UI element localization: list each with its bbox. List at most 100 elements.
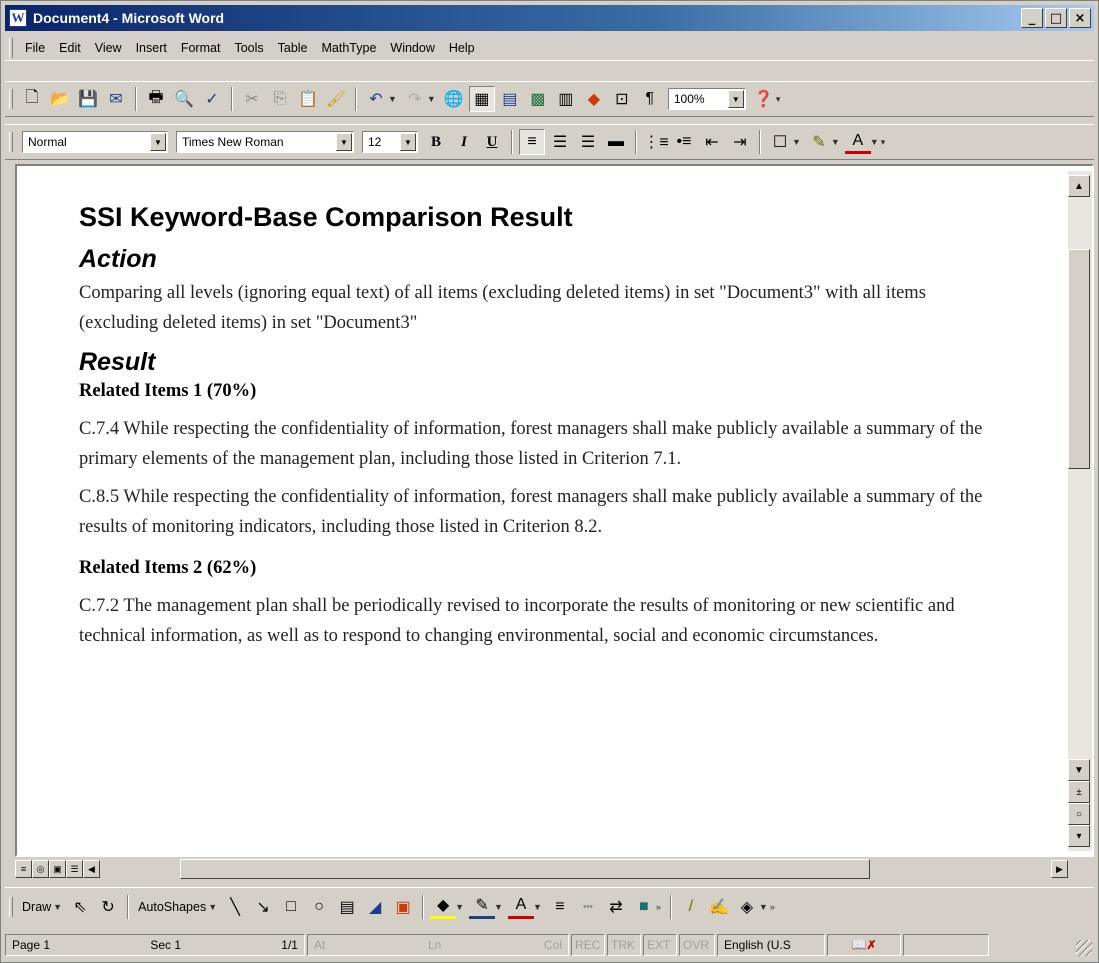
show-hide-icon[interactable]: ¶ (637, 86, 663, 112)
toolbar-options-icon[interactable]: » (656, 902, 661, 912)
copy-icon[interactable]: ⎘ (267, 86, 293, 112)
maximize-button[interactable]: □ (1045, 8, 1067, 28)
status-language[interactable]: English (U.S (717, 934, 825, 956)
tables-borders-icon[interactable]: ▦ (468, 86, 495, 112)
toolbar-grip[interactable] (9, 896, 13, 917)
normal-view-icon[interactable]: ≡ (15, 860, 32, 878)
dash-style-icon[interactable]: ┅ (575, 894, 601, 920)
toolbar-options-icon[interactable]: » (770, 902, 775, 912)
next-page-icon[interactable]: ▾ (1068, 825, 1090, 847)
menu-view[interactable]: View (88, 41, 129, 55)
pen-icon[interactable]: / (678, 894, 704, 920)
document-page[interactable]: SSI Keyword-Base Comparison Result Actio… (79, 202, 1009, 659)
highlight-dropdown-icon[interactable]: ▼ (831, 137, 840, 147)
align-right-icon[interactable]: ☰ (575, 129, 601, 155)
print-layout-icon[interactable]: ▣ (49, 860, 66, 878)
rectangle-icon[interactable]: □ (278, 894, 304, 920)
fill-color-icon[interactable]: ◆ (430, 895, 457, 919)
print-icon[interactable]: 🖶 (143, 86, 169, 112)
clip-art-icon[interactable]: ▣ (390, 894, 416, 920)
shadow-icon[interactable]: ■ (631, 894, 657, 920)
insert-table-icon[interactable]: ▤ (497, 86, 523, 112)
cut-icon[interactable]: ✂ (239, 86, 265, 112)
spelling-icon[interactable]: ✓ (199, 86, 225, 112)
draw-menu-button[interactable]: Draw (22, 900, 51, 914)
menu-file[interactable]: File (18, 41, 52, 55)
print-preview-icon[interactable]: 🔍 (171, 86, 197, 112)
bold-icon[interactable]: B (423, 129, 449, 155)
wordart-icon[interactable]: ◢ (362, 894, 388, 920)
borders-icon[interactable]: ☐ (767, 129, 793, 155)
vertical-scroll-thumb[interactable] (1068, 249, 1090, 469)
document-map-icon[interactable]: ⊡ (609, 86, 635, 112)
scroll-left-icon[interactable]: ◀ (83, 860, 100, 878)
minimize-button[interactable]: _ (1021, 8, 1043, 28)
free-rotate-icon[interactable]: ↻ (95, 894, 121, 920)
menu-insert[interactable]: Insert (129, 41, 174, 55)
line-style-icon[interactable]: ≡ (547, 894, 573, 920)
document-area[interactable]: SSI Keyword-Base Comparison Result Actio… (15, 164, 1094, 857)
vertical-scrollbar[interactable]: ▲ ▼ ± ○ ▾ (1068, 171, 1092, 851)
title-bar[interactable]: W Document4 - Microsoft Word _ □ × (5, 5, 1094, 31)
chevron-down-icon[interactable]: ▼ (400, 133, 416, 151)
font-size-select[interactable]: 12 ▼ (362, 131, 418, 153)
menu-table[interactable]: Table (271, 41, 315, 55)
menu-mathtype[interactable]: MathType (315, 41, 384, 55)
horizontal-scrollbar[interactable]: ≡ ◎ ▣ ☰ ◀ ▶ (15, 858, 1094, 880)
chevron-down-icon[interactable]: ▼ (455, 902, 464, 912)
highlight-icon[interactable]: ✎ (806, 129, 832, 155)
menu-window[interactable]: Window (383, 41, 441, 55)
help-icon[interactable]: ❓ (751, 86, 777, 112)
menu-format[interactable]: Format (174, 41, 228, 55)
menu-tools[interactable]: Tools (227, 41, 270, 55)
insert-excel-icon[interactable]: ▩ (525, 86, 551, 112)
redo-icon[interactable]: ↷ (402, 86, 428, 112)
font-color-dropdown-icon[interactable]: ▼ (870, 137, 879, 147)
redo-dropdown-icon[interactable]: ▼ (427, 94, 436, 104)
align-center-icon[interactable]: ☰ (547, 129, 573, 155)
justify-icon[interactable]: ▬ (603, 129, 629, 155)
align-left-icon[interactable]: ≡ (519, 129, 545, 155)
menu-help[interactable]: Help (442, 41, 482, 55)
spelling-status-icon[interactable]: 📖✗ (827, 934, 901, 956)
line-color-icon[interactable]: ✎ (469, 895, 496, 919)
scroll-up-icon[interactable]: ▲ (1068, 175, 1090, 197)
hyperlink-icon[interactable]: 🌐 (441, 86, 467, 112)
toolbar-options-icon[interactable]: ▾ (776, 94, 781, 105)
new-document-icon[interactable]: 🗋 (19, 86, 45, 112)
autoshapes-menu-button[interactable]: AutoShapes (138, 900, 206, 914)
toolbar-grip[interactable] (9, 89, 13, 109)
italic-icon[interactable]: I (451, 129, 477, 155)
chevron-down-icon[interactable]: ▼ (494, 902, 503, 912)
font-color-icon[interactable]: A (844, 130, 871, 154)
font-select[interactable]: Times New Roman ▼ (176, 131, 354, 153)
status-ovr[interactable]: OVR (679, 934, 715, 956)
status-rec[interactable]: REC (571, 934, 605, 956)
format-painter-icon[interactable]: 🖌 (323, 86, 349, 112)
save-icon[interactable]: 💾 (75, 86, 101, 112)
chevron-down-icon[interactable]: ▼ (759, 902, 768, 912)
word-app-icon[interactable]: W (9, 9, 27, 27)
chevron-down-icon[interactable]: ▼ (336, 133, 352, 151)
toolbar-options-icon[interactable]: ▾ (881, 137, 886, 148)
undo-dropdown-icon[interactable]: ▼ (388, 94, 397, 104)
menu-edit[interactable]: Edit (52, 41, 88, 55)
status-trk[interactable]: TRK (607, 934, 641, 956)
outline-view-icon[interactable]: ☰ (66, 860, 83, 878)
toolbar-grip[interactable] (9, 132, 13, 152)
web-layout-icon[interactable]: ◎ (32, 860, 49, 878)
select-objects-icon[interactable]: ⇖ (67, 894, 93, 920)
text-box-icon[interactable]: ▤ (334, 894, 360, 920)
chevron-down-icon[interactable]: ▼ (727, 90, 744, 108)
undo-icon[interactable]: ↶ (363, 86, 389, 112)
underline-pen-icon[interactable]: ✍ (706, 894, 732, 920)
chevron-down-icon[interactable]: ▼ (150, 133, 166, 151)
numbering-icon[interactable]: ⋮≡ (643, 129, 669, 155)
zoom-select[interactable]: 100% ▼ (667, 88, 746, 110)
borders-dropdown-icon[interactable]: ▼ (792, 137, 801, 147)
resize-grip-icon[interactable] (1076, 940, 1092, 956)
close-button[interactable]: × (1069, 8, 1091, 28)
paste-icon[interactable]: 📋 (295, 86, 321, 112)
style-select[interactable]: Normal ▼ (22, 131, 168, 153)
fill-icon[interactable]: ◈ (734, 894, 760, 920)
